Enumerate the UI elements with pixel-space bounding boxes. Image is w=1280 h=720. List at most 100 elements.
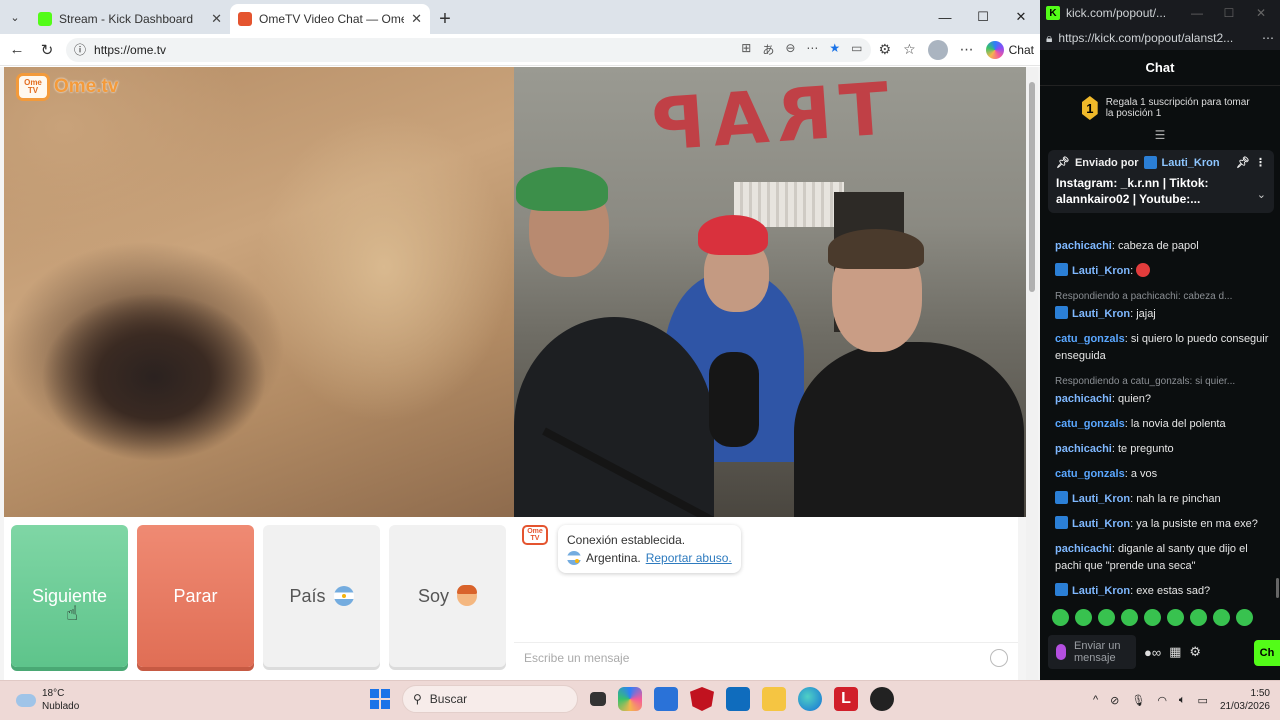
extensions-icon[interactable]: ⚙ [879, 41, 892, 58]
settings-gear-icon[interactable]: ⚙ [1189, 644, 1201, 660]
chat-username[interactable]: pachicachi [1055, 240, 1112, 252]
emote-icon[interactable] [1236, 609, 1253, 626]
chat-username[interactable]: pachicachi [1055, 543, 1112, 555]
minimize-icon[interactable]: — [926, 0, 964, 34]
translate-icon[interactable]: あ [762, 41, 774, 58]
volume-icon[interactable]: 🔈︎ [1179, 694, 1186, 707]
chat-username[interactable]: Lauti_Kron [1072, 518, 1130, 530]
store-icon[interactable]: ▦ [1169, 644, 1181, 660]
more-tools-icon[interactable]: ⋯ [806, 41, 818, 58]
emote-icon[interactable] [1167, 609, 1184, 626]
chat-input[interactable]: Enviar un mensaje [1048, 635, 1136, 669]
store-app-icon[interactable] [654, 687, 678, 711]
chat-username[interactable]: Lauti_Kron [1072, 308, 1130, 320]
notifications-off-icon[interactable]: ⊘ [1110, 694, 1119, 707]
chat-message: pachicachi: cabeza de papol [1055, 238, 1270, 255]
task-view-icon[interactable] [590, 692, 606, 706]
mic-tray-icon[interactable]: 🎙︎ [1131, 694, 1145, 707]
tab-ometv[interactable]: OmeTV Video Chat — Omeg ✕ [230, 4, 430, 34]
copilot-app-icon[interactable] [618, 687, 642, 711]
clock[interactable]: 1:50 21/03/2026 [1220, 687, 1270, 713]
scrollbar-thumb[interactable] [1029, 82, 1035, 292]
unpin-icon[interactable]: 📌︎ [1236, 156, 1250, 169]
emote-icon[interactable] [1144, 609, 1161, 626]
chat-text: te pregunto [1117, 443, 1174, 455]
url-field[interactable]: ⓘ https://ome.tv ⊞ あ ⊖ ⋯ ★ ▭ [66, 37, 871, 62]
tab-actions-menu-icon[interactable]: ⌄ [0, 0, 30, 34]
microphone-icon[interactable] [1056, 644, 1066, 660]
emoji-smile-icon[interactable] [990, 648, 1008, 667]
chat-username[interactable]: catu_gonzals [1055, 468, 1125, 480]
back-icon[interactable]: ← [6, 41, 28, 58]
pinned-text: Instagram: _k.r.nn | Tiktok: alannkairo0… [1056, 176, 1209, 206]
wifi-icon[interactable]: ◠ [1157, 694, 1167, 707]
close-window-icon[interactable]: ✕ [1002, 0, 1040, 34]
maximize-icon[interactable]: ☐ [1216, 6, 1242, 20]
gift-sub-banner[interactable]: 1 Regala 1 suscripción para tomar la pos… [1040, 86, 1280, 120]
show-hidden-icons-icon[interactable]: ^ [1093, 694, 1098, 706]
file-explorer-icon[interactable] [762, 687, 786, 711]
refresh-icon[interactable]: ↻ [36, 41, 58, 59]
collapse-handle-icon[interactable]: ☰ [1040, 128, 1280, 142]
edge-icon[interactable] [798, 687, 822, 711]
emote-icon[interactable] [1098, 609, 1115, 626]
next-button[interactable]: Siguiente [11, 525, 128, 667]
tab-kick-dashboard[interactable]: Stream - Kick Dashboard ✕ [30, 4, 230, 34]
more-icon[interactable]: ⋯ [1262, 31, 1274, 45]
chat-username[interactable]: pachicachi [1055, 443, 1112, 455]
reply-context[interactable]: Respondiendo a catu_gonzals: si quier... [1055, 373, 1270, 390]
pinned-user[interactable]: Lauti_Kron [1162, 157, 1220, 169]
chat-username[interactable]: Lauti_Kron [1072, 585, 1130, 597]
report-abuse-link[interactable]: Reportar abuso. [646, 549, 732, 567]
emote-icon[interactable] [1075, 609, 1092, 626]
emote-icon[interactable] [1121, 609, 1138, 626]
country-button[interactable]: País [263, 525, 380, 667]
chat-username[interactable]: Lauti_Kron [1072, 493, 1130, 505]
video-icon[interactable]: ▭ [851, 41, 862, 58]
favorites-icon[interactable]: ☆ [903, 41, 916, 58]
chat-username[interactable]: Lauti_Kron [1072, 265, 1130, 277]
taskbar-search[interactable]: ⚲ Buscar [402, 685, 578, 713]
new-tab-button[interactable]: + [430, 4, 460, 34]
l-app-icon[interactable]: L [834, 687, 858, 711]
pinned-more-icon[interactable]: ⋮ [1255, 156, 1266, 169]
chat-username[interactable]: pachicachi [1055, 393, 1112, 405]
emote-picker-icon[interactable]: ●∞ [1144, 645, 1161, 660]
maximize-icon[interactable]: ☐ [964, 0, 1002, 34]
boy-emoji-icon [457, 585, 478, 606]
chat-message: Lauti_Kron: nah la re pinchan [1055, 491, 1270, 508]
weather-widget[interactable]: 18°C Nublado [16, 687, 79, 713]
page-scrollbar[interactable] [1026, 67, 1038, 680]
ometv-controls: Siguiente Parar País Soy ☝ [4, 517, 514, 680]
expand-chevron-icon[interactable]: ⌄ [1257, 188, 1266, 201]
stop-button[interactable]: Parar [137, 525, 254, 667]
battery-icon[interactable]: ▭ [1198, 694, 1208, 707]
chat-text: cabeza de papol [1117, 240, 1199, 252]
obs-icon[interactable] [870, 687, 894, 711]
start-windows-icon[interactable] [370, 689, 390, 709]
zoom-icon[interactable]: ⊖ [785, 41, 795, 58]
apps-icon[interactable]: ⊞ [741, 41, 751, 58]
chat-scrollbar[interactable] [1276, 60, 1279, 600]
site-info-icon[interactable]: ⓘ [74, 41, 86, 58]
chat-username[interactable]: catu_gonzals [1055, 418, 1125, 430]
chat-username[interactable]: catu_gonzals [1055, 333, 1125, 345]
emote-icon[interactable] [1052, 609, 1069, 626]
gender-button[interactable]: Soy [389, 525, 506, 667]
message-input[interactable]: Escribe un mensaje [514, 642, 1018, 672]
close-window-icon[interactable]: ✕ [1248, 6, 1274, 20]
settings-more-icon[interactable]: ⋯ [960, 41, 974, 58]
kick-url[interactable]: https://kick.com/popout/alanst2... [1058, 31, 1256, 45]
copilot-button[interactable]: Chat [985, 40, 1034, 59]
send-chat-button[interactable]: Ch [1254, 640, 1280, 666]
reply-context[interactable]: Respondiendo a pachicachi: cabeza d... [1055, 288, 1270, 305]
profile-avatar[interactable] [927, 39, 948, 60]
close-tab-icon[interactable]: ✕ [211, 11, 222, 27]
favorite-star-icon[interactable]: ★ [829, 41, 840, 58]
minimize-icon[interactable]: — [1184, 6, 1210, 20]
emote-icon[interactable] [1190, 609, 1207, 626]
close-tab-icon[interactable]: ✕ [411, 11, 422, 27]
emote-icon[interactable] [1213, 609, 1230, 626]
mcafee-icon[interactable] [690, 687, 714, 711]
outlook-icon[interactable] [726, 687, 750, 711]
